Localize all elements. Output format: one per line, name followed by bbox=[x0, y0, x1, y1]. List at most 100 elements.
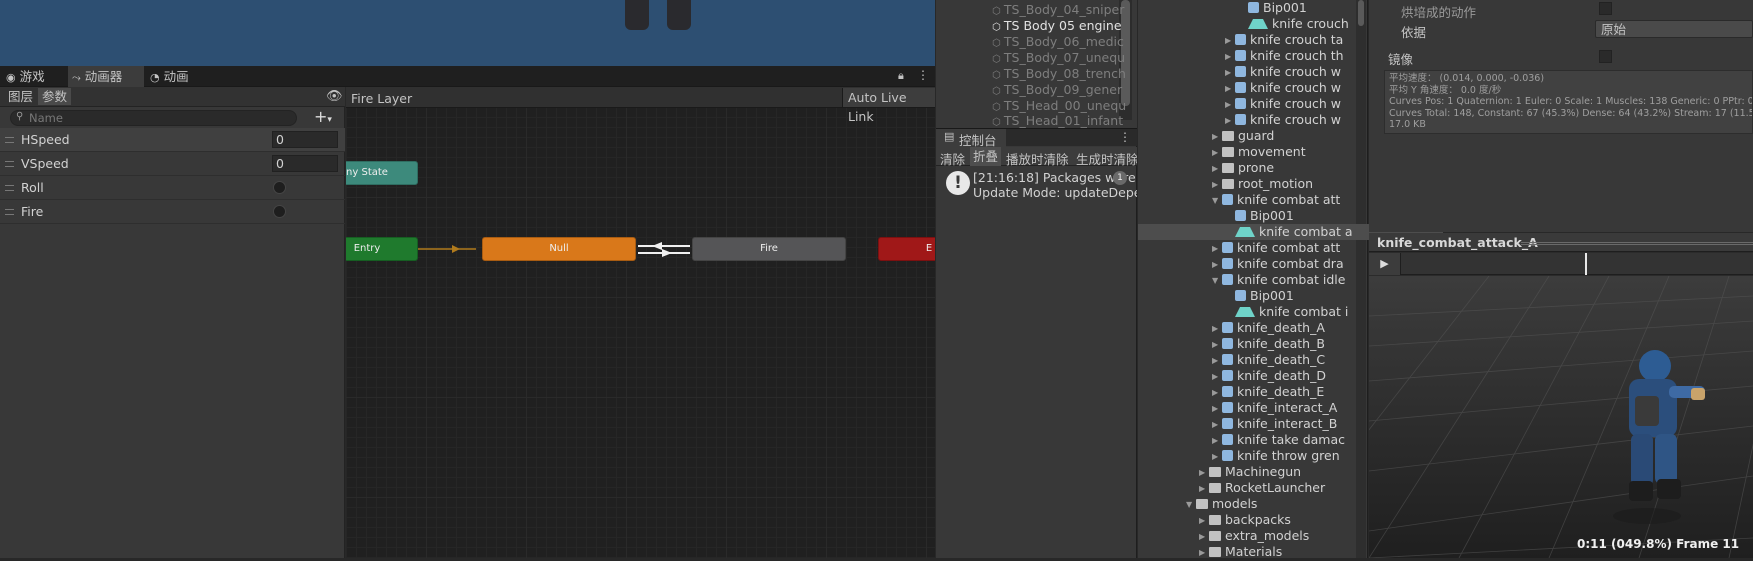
eye-icon[interactable]: 👁︎ bbox=[326, 89, 343, 104]
chevron-right-icon[interactable]: ▶ bbox=[1225, 65, 1235, 81]
chevron-right-icon[interactable]: ▶ bbox=[1212, 337, 1222, 353]
chevron-right-icon[interactable]: ▶ bbox=[1225, 33, 1235, 49]
timeline-bar[interactable]: ▶ bbox=[1369, 253, 1753, 275]
param-row-roll[interactable]: Roll bbox=[0, 176, 345, 200]
chevron-right-icon[interactable]: ▶ bbox=[1199, 481, 1209, 497]
kebab-menu-icon[interactable]: ⋮ bbox=[917, 68, 929, 82]
project-tree-row[interactable]: ▶ knife_interact_B bbox=[1212, 416, 1337, 432]
drag-handle-icon[interactable] bbox=[5, 161, 14, 167]
chevron-down-icon[interactable]: ▼ bbox=[1212, 193, 1222, 209]
collapse-button[interactable]: 折叠 bbox=[970, 147, 1002, 166]
vspeed-value-field[interactable]: 0 bbox=[272, 155, 338, 172]
hierarchy-item[interactable]: ⬡ TS Body 05 engine bbox=[992, 18, 1122, 33]
project-tree-row[interactable]: ▶ knife_death_E bbox=[1212, 384, 1324, 400]
hspeed-value-field[interactable]: 0 bbox=[272, 131, 338, 148]
project-tree-row[interactable]: knife crouch bbox=[1238, 16, 1349, 32]
chevron-right-icon[interactable]: ▶ bbox=[1199, 529, 1209, 545]
lock-icon[interactable]: 🔒︎ bbox=[898, 69, 904, 83]
chevron-right-icon[interactable]: ▶ bbox=[1212, 353, 1222, 369]
tab-parameters[interactable]: 参数 bbox=[38, 88, 72, 105]
hierarchy-item[interactable]: ⬡ TS_Head_01_infant bbox=[992, 113, 1123, 128]
chevron-right-icon[interactable]: ▶ bbox=[1212, 257, 1222, 273]
drag-handle-icon[interactable] bbox=[5, 137, 14, 143]
project-tree-row[interactable]: ▶ knife throw gren bbox=[1212, 448, 1340, 464]
clear-on-build-button[interactable]: 生成时清除 bbox=[1076, 149, 1137, 168]
project-tree-row[interactable]: ▶ knife combat att bbox=[1212, 240, 1340, 256]
project-tree-row[interactable]: ▶ knife crouch th bbox=[1225, 48, 1344, 64]
chevron-down-icon[interactable]: ▼ bbox=[1212, 273, 1222, 289]
project-tree-row[interactable]: ▶ Machinegun bbox=[1199, 464, 1301, 480]
hierarchy-item[interactable]: ⬡ TS_Head_00_unequ bbox=[992, 98, 1126, 113]
fire-trigger-toggle[interactable] bbox=[273, 205, 286, 218]
project-tree-row[interactable]: ▼ knife combat att bbox=[1212, 192, 1340, 208]
chevron-right-icon[interactable]: ▶ bbox=[1212, 321, 1222, 337]
project-tree-row[interactable]: ▶ movement bbox=[1212, 144, 1306, 160]
project-tree-row[interactable]: ▶ extra_models bbox=[1199, 528, 1309, 544]
project-tree-row[interactable]: ▼ models bbox=[1186, 496, 1257, 512]
project-tree-row[interactable]: ▶ knife_death_D bbox=[1212, 368, 1326, 384]
project-tree-row[interactable]: ▶ guard bbox=[1212, 128, 1274, 144]
project-tree-row[interactable]: ▼ knife combat idle bbox=[1212, 272, 1345, 288]
param-row-hspeed[interactable]: HSpeed 0 bbox=[0, 128, 345, 152]
roll-bool-toggle[interactable] bbox=[273, 181, 286, 194]
chevron-right-icon[interactable]: ▶ bbox=[1225, 97, 1235, 113]
tab-animator[interactable]: ⤳ 动画器 bbox=[68, 66, 144, 87]
hierarchy-item[interactable]: ⬡ TS_Body_04_sniper bbox=[992, 2, 1124, 17]
chevron-down-icon[interactable]: ▼ bbox=[1186, 497, 1196, 513]
clear-on-play-button[interactable]: 播放时清除 bbox=[1006, 149, 1069, 168]
chevron-right-icon[interactable]: ▶ bbox=[1212, 145, 1222, 161]
project-tree-row[interactable]: ▶ knife crouch w bbox=[1225, 96, 1341, 112]
project-tree-row[interactable]: Bip001 bbox=[1225, 288, 1294, 304]
scene-view[interactable] bbox=[0, 0, 935, 66]
project-tree-row[interactable]: ▶ RocketLauncher bbox=[1199, 480, 1325, 496]
project-tree-row[interactable]: ▶ knife combat dra bbox=[1212, 256, 1344, 272]
project-tree-row[interactable]: ▶ root_motion bbox=[1212, 176, 1313, 192]
project-tree-row[interactable]: Bip001 bbox=[1238, 0, 1307, 16]
kebab-menu-icon[interactable]: ⋮ bbox=[1119, 130, 1131, 144]
play-button[interactable]: ▶ bbox=[1369, 253, 1401, 275]
tab-game[interactable]: ◉ 游戏 bbox=[2, 66, 70, 87]
baked-motion-checkbox[interactable] bbox=[1599, 2, 1612, 15]
chevron-right-icon[interactable]: ▶ bbox=[1212, 161, 1222, 177]
chevron-right-icon[interactable]: ▶ bbox=[1212, 401, 1222, 417]
project-tree-row[interactable]: ▶ prone bbox=[1212, 160, 1274, 176]
chevron-right-icon[interactable]: ▶ bbox=[1212, 129, 1222, 145]
chevron-right-icon[interactable]: ▶ bbox=[1225, 81, 1235, 97]
chevron-right-icon[interactable]: ▶ bbox=[1212, 177, 1222, 193]
chevron-right-icon[interactable]: ▶ bbox=[1225, 49, 1235, 65]
chevron-right-icon[interactable]: ▶ bbox=[1212, 417, 1222, 433]
hierarchy-item[interactable]: ⬡ TS_Body_06_medic bbox=[992, 34, 1124, 49]
tab-animation[interactable]: ◔ 动画 bbox=[146, 66, 214, 87]
add-param-button[interactable]: +▾ bbox=[314, 107, 332, 126]
param-row-fire[interactable]: Fire bbox=[0, 200, 345, 224]
project-tree-row[interactable]: knife combat i bbox=[1225, 304, 1348, 320]
project-tree-row[interactable]: ▶ knife crouch w bbox=[1225, 112, 1341, 128]
project-tree-row[interactable]: ▶ knife_death_B bbox=[1212, 336, 1325, 352]
drag-handle-icon[interactable] bbox=[5, 185, 14, 191]
project-tree-row[interactable]: ▶ knife_death_A bbox=[1212, 320, 1325, 336]
hierarchy-item[interactable]: ⬡ TS_Body_09_gener bbox=[992, 82, 1122, 97]
transition-arrows[interactable] bbox=[346, 87, 935, 558]
based-on-dropdown[interactable]: 原始 bbox=[1595, 20, 1753, 38]
project-tree-row[interactable]: ▶ backpacks bbox=[1199, 512, 1291, 528]
hierarchy-item[interactable]: ⬡ TS_Body_08_trench bbox=[992, 66, 1126, 81]
chevron-right-icon[interactable]: ▶ bbox=[1212, 449, 1222, 465]
chevron-right-icon[interactable]: ▶ bbox=[1212, 385, 1222, 401]
chevron-right-icon[interactable]: ▶ bbox=[1212, 241, 1222, 257]
mirror-checkbox[interactable] bbox=[1599, 50, 1612, 63]
hierarchy-item[interactable]: ⬡ TS_Body_07_unequ bbox=[992, 50, 1125, 65]
tab-layers[interactable]: 图层 bbox=[4, 88, 37, 105]
project-tree-row[interactable]: ▶ knife crouch ta bbox=[1225, 32, 1343, 48]
clear-button[interactable]: 清除 bbox=[940, 149, 965, 168]
chevron-right-icon[interactable]: ▶ bbox=[1199, 545, 1209, 561]
chevron-right-icon[interactable]: ▶ bbox=[1212, 433, 1222, 449]
drag-handle-icon[interactable] bbox=[5, 209, 14, 215]
project-tree-row[interactable]: ▶ knife take damac bbox=[1212, 432, 1345, 448]
param-search-input[interactable]: ⚲ Name bbox=[10, 110, 297, 126]
chevron-right-icon[interactable]: ▶ bbox=[1212, 369, 1222, 385]
console-message[interactable]: ! [21:16:18] Packages were ch Update Mod… bbox=[936, 167, 1137, 205]
project-scrollbar[interactable] bbox=[1356, 0, 1366, 558]
chevron-right-icon[interactable]: ▶ bbox=[1199, 513, 1209, 529]
project-tree-row[interactable]: ▶ knife_interact_A bbox=[1212, 400, 1337, 416]
param-row-vspeed[interactable]: VSpeed 0 bbox=[0, 152, 345, 176]
